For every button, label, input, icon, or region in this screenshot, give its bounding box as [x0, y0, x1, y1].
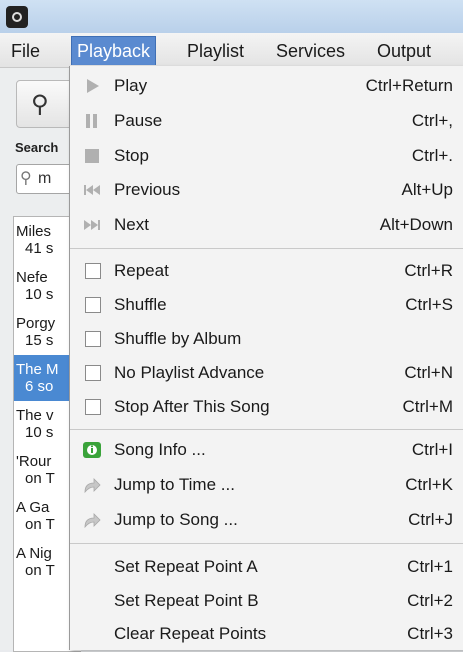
menu-item-label: Next: [114, 215, 149, 234]
menu-item-label: Set Repeat Point A: [114, 557, 258, 576]
stop-icon: [85, 149, 99, 163]
search-icon: ⚲: [31, 91, 49, 118]
menu-item-label: Repeat: [114, 261, 169, 280]
menu-item-label: Stop After This Song: [114, 397, 270, 416]
menu-item-shortcut: Ctrl+Return: [365, 76, 453, 95]
menu-item-label: Clear Repeat Points: [114, 624, 267, 643]
menu-item-stop[interactable]: Stop Ctrl+.: [70, 140, 463, 172]
title-bar: [0, 0, 463, 33]
menu-output[interactable]: Output: [372, 37, 436, 65]
search-input[interactable]: ⚲ m: [16, 164, 76, 194]
menu-separator: [70, 248, 463, 249]
menu-item-shortcut: Ctrl+N: [404, 363, 453, 382]
menu-item-shortcut: Ctrl+,: [411, 111, 453, 130]
playback-menu: Play Ctrl+Return Pause Ctrl+, Stop Ctrl+…: [69, 66, 463, 650]
menu-item-label: Set Repeat Point B: [114, 591, 259, 610]
menu-services[interactable]: Services: [271, 37, 350, 65]
menu-playback[interactable]: Playback: [71, 36, 157, 65]
menubar: File Playback Playlist Services Output: [0, 33, 463, 68]
menu-item-label: Jump to Time ...: [114, 475, 235, 494]
menu-item-shortcut: Ctrl+2: [407, 591, 453, 610]
menu-item-label: Jump to Song ...: [114, 510, 238, 529]
menu-item-shuffle[interactable]: Shuffle Ctrl+S: [70, 289, 463, 321]
play-icon: [87, 79, 99, 93]
menu-item-set-repeat-point-b[interactable]: Set Repeat Point B Ctrl+2: [70, 585, 463, 617]
previous-icon: [84, 185, 100, 195]
menu-item-label: Stop: [114, 146, 149, 165]
menu-item-label: No Playlist Advance: [114, 363, 265, 382]
menu-item-shuffle-by-album[interactable]: Shuffle by Album: [70, 323, 463, 355]
menu-item-play[interactable]: Play Ctrl+Return: [70, 70, 463, 102]
next-icon: [84, 220, 100, 230]
menu-item-stop-after-this-song[interactable]: Stop After This Song Ctrl+M: [70, 391, 463, 423]
jump-icon: [84, 478, 101, 494]
menu-item-shortcut: Ctrl+3: [407, 624, 453, 643]
menu-item-label: Pause: [114, 111, 163, 130]
shuffle-by-album-checkbox[interactable]: [85, 331, 101, 347]
menu-item-pause[interactable]: Pause Ctrl+,: [70, 105, 463, 137]
app-logo-icon[interactable]: [6, 6, 28, 28]
menu-item-set-repeat-point-a[interactable]: Set Repeat Point A Ctrl+1: [70, 551, 463, 583]
menu-item-shortcut: Ctrl+.: [411, 146, 453, 165]
menu-item-label: Play: [114, 76, 148, 95]
jump-icon: [84, 513, 101, 529]
menu-item-no-playlist-advance[interactable]: No Playlist Advance Ctrl+N: [70, 357, 463, 389]
menu-separator: [70, 543, 463, 544]
search-input-value: m: [38, 170, 52, 187]
menu-item-song-info[interactable]: Song Info ... Ctrl+I: [70, 434, 463, 466]
info-icon: [83, 442, 101, 458]
search-heading: Search: [15, 140, 59, 155]
menu-item-shortcut: Ctrl+R: [404, 261, 453, 280]
menu-file[interactable]: File: [6, 37, 45, 65]
menu-item-jump-to-time[interactable]: Jump to Time ... Ctrl+K: [70, 469, 463, 501]
shuffle-checkbox[interactable]: [85, 297, 101, 313]
menu-item-label: Shuffle by Album: [114, 329, 242, 348]
menu-item-shortcut: Ctrl+M: [402, 397, 453, 416]
menu-item-repeat[interactable]: Repeat Ctrl+R: [70, 255, 463, 287]
search-icon: ⚲: [20, 170, 32, 187]
menu-item-label: Shuffle: [114, 295, 167, 314]
menu-item-shortcut: Alt+Down: [379, 215, 453, 234]
repeat-checkbox[interactable]: [85, 263, 101, 279]
menu-item-shortcut: Ctrl+J: [408, 510, 453, 529]
menu-item-shortcut: Ctrl+S: [405, 295, 453, 314]
stop-after-song-checkbox[interactable]: [85, 399, 101, 415]
pause-icon: [86, 114, 97, 128]
menu-separator: [70, 429, 463, 430]
menu-item-shortcut: Alt+Up: [401, 180, 454, 199]
menu-item-shortcut: Ctrl+K: [405, 475, 453, 494]
menu-playlist[interactable]: Playlist: [182, 37, 249, 65]
menu-item-clear-repeat-points[interactable]: Clear Repeat Points Ctrl+3: [70, 618, 463, 650]
menu-item-shortcut: Ctrl+I: [411, 440, 453, 459]
menu-item-previous[interactable]: Previous Alt+Up: [70, 174, 463, 206]
menu-item-jump-to-song[interactable]: Jump to Song ... Ctrl+J: [70, 504, 463, 536]
menu-item-label: Previous: [114, 180, 181, 199]
menu-item-shortcut: Ctrl+1: [407, 557, 453, 576]
menu-item-label: Song Info ...: [114, 440, 206, 459]
no-playlist-advance-checkbox[interactable]: [85, 365, 101, 381]
menu-item-next[interactable]: Next Alt+Down: [70, 209, 463, 241]
